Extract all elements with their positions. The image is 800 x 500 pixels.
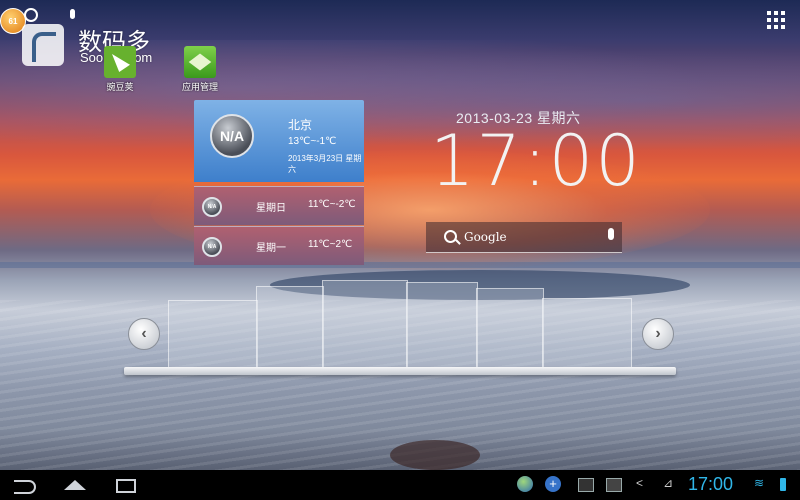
weather-condition-icon: N/A	[202, 237, 222, 257]
app-manager-icon	[184, 46, 216, 78]
weather-date: 2013年3月23日 星期六	[288, 154, 362, 174]
carousel-page[interactable]	[406, 282, 478, 368]
carousel-next-button[interactable]: ›	[642, 318, 674, 350]
forecast-row[interactable]: N/A 星期一 11℃~2℃	[194, 226, 364, 265]
app-shortcut-wandoujia[interactable]: 豌豆荚	[90, 46, 150, 93]
chevron-left-icon: ‹	[141, 325, 147, 342]
clock-time[interactable]: 17:00	[430, 120, 642, 202]
plus-icon[interactable]: +	[545, 476, 561, 492]
voice-search-icon[interactable]	[608, 228, 614, 240]
weather-temp: 13℃~-1℃	[288, 136, 337, 147]
weather-condition-icon: N/A	[202, 197, 222, 217]
wallpaper-horizon	[0, 262, 800, 268]
wifi-icon: ≋	[754, 476, 765, 490]
chevron-right-icon: ›	[655, 325, 661, 342]
home-icon[interactable]	[64, 480, 86, 490]
watermark-logo-icon	[22, 24, 64, 66]
forecast-temp: 11℃~2℃	[308, 239, 353, 250]
wandoujia-icon	[104, 46, 136, 78]
home-screen: 61 数码多 Soomal.com 豌豆荚 应用管理 N/A 北京 13℃~-1…	[0, 0, 800, 500]
carousel-page[interactable]	[256, 286, 324, 368]
forecast-day: 星期一	[256, 243, 286, 254]
status-clock[interactable]: 17:00	[688, 474, 733, 495]
search-icon	[444, 230, 457, 243]
forecast-temp: 11℃~-2℃	[308, 199, 356, 210]
weather-city: 北京	[288, 118, 313, 132]
forecast-day: 星期日	[256, 203, 286, 214]
carousel-prev-button[interactable]: ‹	[128, 318, 160, 350]
back-icon[interactable]	[14, 480, 36, 494]
system-bar: + < ⊿ 17:00 ≋	[0, 470, 800, 500]
image-icon[interactable]	[578, 478, 594, 492]
carousel-page[interactable]	[542, 298, 632, 368]
google-search-label: Google	[464, 230, 507, 244]
weather-current[interactable]: N/A 北京 13℃~-1℃ 2013年3月23日 星期六	[194, 100, 364, 182]
badge-count: 61	[8, 16, 18, 26]
no-signal-icon: ⊿	[663, 476, 674, 490]
wallpaper-rock	[390, 440, 480, 470]
carousel-page[interactable]	[476, 288, 544, 368]
google-search-bar[interactable]: Google	[426, 222, 622, 253]
app-label: 豌豆荚	[106, 82, 134, 92]
microphone-icon[interactable]	[70, 9, 75, 19]
carousel-shelf	[124, 367, 676, 375]
app-shortcut-app-manager[interactable]: 应用管理	[170, 46, 230, 93]
recent-apps-icon[interactable]	[116, 479, 136, 493]
weather-condition-icon: N/A	[210, 114, 254, 158]
share-icon[interactable]: <	[636, 476, 652, 492]
weather-widget[interactable]: N/A 北京 13℃~-1℃ 2013年3月23日 星期六 N/A 星期日 11…	[194, 100, 364, 265]
app-label: 应用管理	[181, 82, 218, 92]
globe-icon[interactable]	[517, 476, 533, 492]
carousel-page[interactable]	[322, 280, 408, 368]
battery-icon	[780, 478, 786, 491]
forecast-row[interactable]: N/A 星期日 11℃~-2℃	[194, 186, 364, 225]
carousel-page[interactable]	[168, 300, 258, 368]
screenshot-icon[interactable]	[606, 478, 622, 492]
all-apps-icon[interactable]	[767, 11, 785, 29]
